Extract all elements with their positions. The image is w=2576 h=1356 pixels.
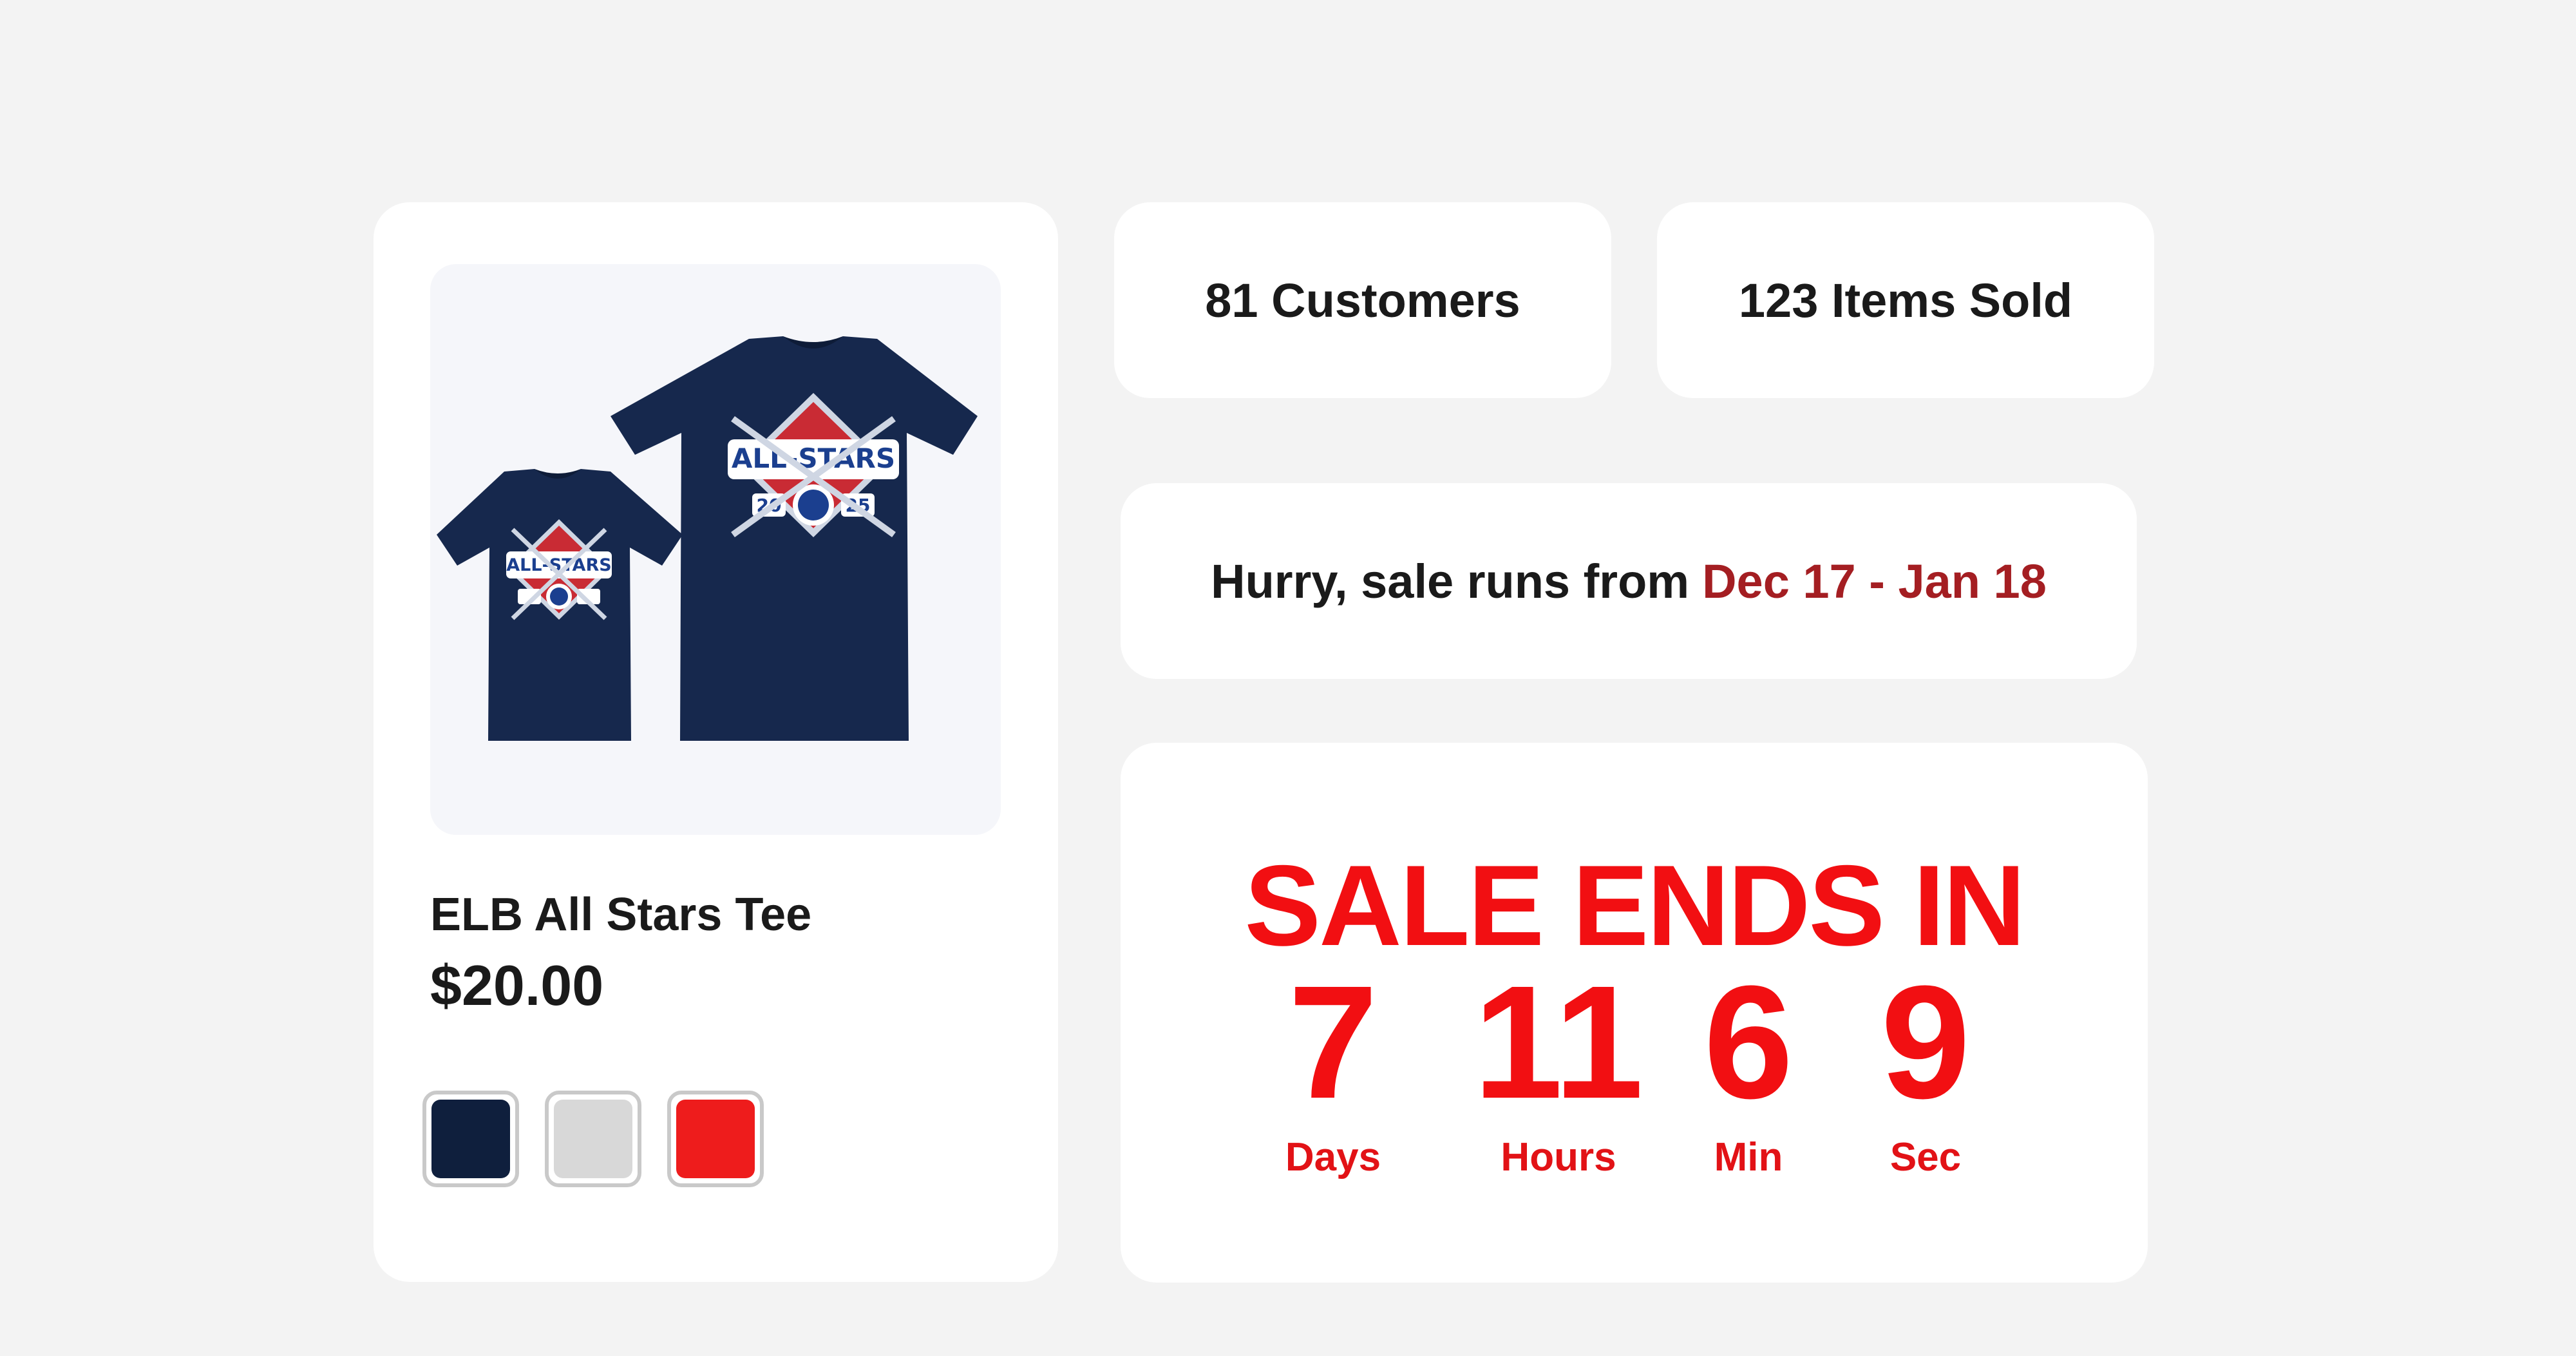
countdown-sec: 9 Sec	[1816, 962, 2035, 1180]
countdown-days: 7 Days	[1224, 962, 1443, 1180]
countdown-card: SALE ENDS IN 7 Days 11 Hours 6 Min 9 Sec	[1121, 743, 2148, 1283]
countdown-hours-value: 11	[1473, 952, 1644, 1132]
sale-dates-card: Hurry, sale runs from Dec 17 - Jan 18	[1121, 483, 2137, 679]
countdown-days-label: Days	[1285, 1135, 1381, 1179]
swatch-light-gray[interactable]	[545, 1091, 641, 1187]
sale-dates-line: Hurry, sale runs from Dec 17 - Jan 18	[1121, 483, 2137, 679]
items-sold-stat-card: 123 Items Sold	[1657, 202, 2154, 398]
swatch-red-color	[676, 1100, 755, 1178]
sale-dates-prefix: Hurry, sale runs from	[1211, 554, 1690, 608]
countdown-sec-value: 9	[1880, 952, 1971, 1132]
swatch-navy[interactable]	[422, 1091, 519, 1187]
countdown-hours-label: Hours	[1501, 1135, 1616, 1179]
countdown-sec-label: Sec	[1889, 1135, 1962, 1179]
sale-date-range: Dec 17 - Jan 18	[1702, 554, 2047, 608]
customers-count: 81 Customers	[1205, 273, 1520, 327]
customers-stat-card: 81 Customers	[1114, 202, 1611, 398]
product-name: ELB All Stars Tee	[430, 889, 812, 941]
swatch-navy-color	[431, 1100, 510, 1178]
kids-tshirt: ALL-STARS	[437, 469, 683, 741]
countdown-hours: 11 Hours	[1449, 962, 1668, 1180]
countdown-days-value: 7	[1288, 952, 1378, 1132]
tshirts-illustration: ALL-STARS 20 25 ALL-STARS	[437, 336, 978, 741]
items-sold-count: 123 Items Sold	[1738, 273, 2073, 327]
svg-text:ALL-STARS: ALL-STARS	[732, 443, 895, 474]
swatch-light-gray-color	[554, 1100, 632, 1178]
product-price: $20.00	[430, 953, 604, 1017]
swatch-red[interactable]	[667, 1091, 764, 1187]
product-image[interactable]: ALL-STARS 20 25 ALL-STARS	[430, 264, 1001, 835]
